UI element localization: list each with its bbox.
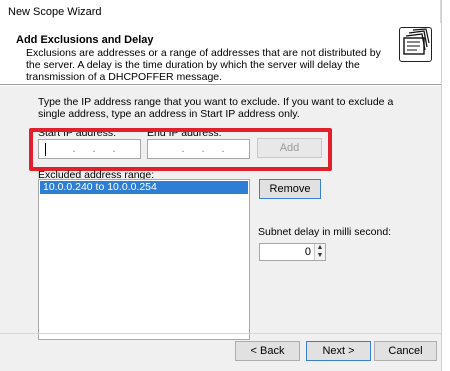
- subnet-delay-label: Subnet delay in milli second:: [258, 226, 392, 238]
- page-description: Exclusions are addresses or a range of a…: [26, 47, 381, 83]
- window-title: New Scope Wizard: [8, 6, 102, 18]
- list-item[interactable]: 10.0.0.240 to 10.0.0.254: [40, 181, 248, 194]
- spin-buttons[interactable]: ▲ ▼: [314, 244, 325, 260]
- excluded-range-list[interactable]: 10.0.0.240 to 10.0.0.254: [38, 179, 250, 340]
- page-title: Add Exclusions and Delay: [16, 34, 154, 46]
- chevron-down-icon[interactable]: ▼: [316, 252, 324, 259]
- chevron-up-icon[interactable]: ▲: [316, 244, 324, 251]
- window-edge-line: [441, 0, 442, 371]
- folder-stack-icon: [399, 27, 432, 62]
- subnet-delay-stepper[interactable]: 0 ▲ ▼: [259, 243, 326, 261]
- highlight-box: [29, 128, 332, 171]
- cancel-button[interactable]: Cancel: [374, 341, 437, 361]
- back-button[interactable]: < Back: [235, 341, 300, 361]
- remove-button[interactable]: Remove: [259, 179, 321, 199]
- subnet-delay-value: 0: [304, 246, 311, 258]
- window-edge: [441, 0, 450, 371]
- footer-divider: [0, 333, 441, 334]
- next-button[interactable]: Next >: [306, 341, 371, 361]
- instruction-text: Type the IP address range that you want …: [38, 96, 394, 120]
- title-border: [440, 0, 441, 23]
